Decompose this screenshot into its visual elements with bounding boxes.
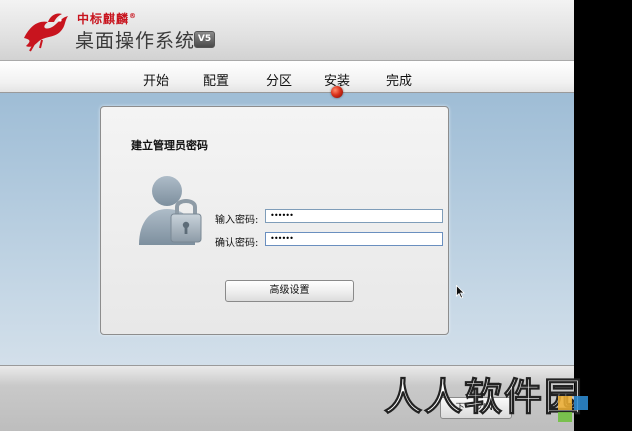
advanced-settings-button[interactable]: 高级设置 (225, 280, 354, 302)
panel-title: 建立管理员密码 (131, 139, 208, 152)
brand-name: 中标麒麟® (77, 12, 138, 26)
installer-header: 中标麒麟® 桌面操作系统 V5 (0, 0, 574, 61)
step-finish: 完成 (386, 74, 413, 89)
current-step-indicator (331, 86, 343, 98)
svg-text:人人软件园: 人人软件园 (384, 375, 584, 419)
confirm-password-input[interactable]: •••••• (265, 232, 443, 246)
site-watermark-logo: 人人软件园 (384, 375, 588, 422)
mouse-pointer-icon (456, 285, 465, 299)
step-config: 配置 (203, 74, 230, 89)
user-lock-icon (139, 176, 202, 245)
product-title: 桌面操作系统 (75, 30, 196, 52)
password-label: 输入密码: (215, 215, 259, 226)
step-partition: 分区 (266, 74, 293, 89)
admin-password-panel: 建立管理员密码 输入密码: •••••• 确认密码: •••••• 高级设置 (100, 106, 449, 335)
version-badge: V5 (194, 31, 215, 48)
confirm-password-label: 确认密码: (215, 238, 259, 249)
step-start: 开始 (143, 74, 170, 89)
dragon-logo-icon (24, 13, 68, 52)
install-steps-bar: 开始 配置 分区 安装 完成 (0, 61, 574, 93)
password-input[interactable]: •••••• (265, 209, 443, 223)
